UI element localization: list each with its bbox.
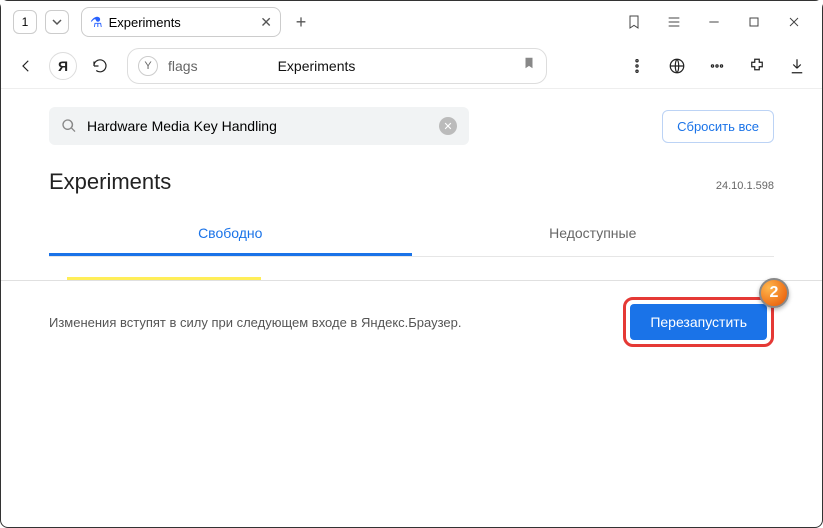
tabs-dropdown[interactable] [45, 10, 69, 34]
reset-all-button[interactable]: Сбросить все [662, 110, 774, 143]
window-titlebar: 1 ⚗ Experiments ✕ + [1, 1, 822, 43]
menu-icon[interactable] [654, 14, 694, 30]
restart-notice: Изменения вступят в силу при следующем в… [49, 315, 462, 330]
search-icon [61, 118, 77, 134]
tab-count-badge[interactable]: 1 [13, 10, 37, 34]
kebab-icon[interactable] [620, 49, 654, 83]
flask-icon: ⚗ [90, 14, 103, 31]
annotation-2: 2 [759, 278, 789, 308]
toolbar: Я Y flags Experiments [1, 43, 822, 89]
page-content: ✕ Сбросить все Experiments 24.10.1.598 С… [1, 89, 822, 363]
extensions-icon[interactable] [740, 49, 774, 83]
url-page-title: Experiments [278, 58, 356, 74]
browser-tab[interactable]: ⚗ Experiments ✕ [81, 7, 281, 37]
tab-title: Experiments [109, 15, 181, 30]
tab-unavailable[interactable]: Недоступные [412, 213, 775, 256]
flags-search-box[interactable]: ✕ [49, 107, 469, 145]
tab-available[interactable]: Свободно [49, 213, 412, 256]
site-icon: Y [138, 56, 158, 76]
close-window-icon[interactable] [774, 14, 814, 30]
highlight-2: Перезапустить 2 [623, 297, 774, 347]
restart-button[interactable]: Перезапустить [630, 304, 767, 340]
flag-tabs: Свободно Недоступные [49, 213, 774, 257]
bookmark-icon[interactable] [614, 14, 654, 30]
clear-search-icon[interactable]: ✕ [439, 117, 457, 135]
version-label: 24.10.1.598 [716, 180, 774, 192]
reload-button[interactable] [83, 49, 117, 83]
new-tab-button[interactable]: + [287, 8, 315, 36]
maximize-icon[interactable] [734, 14, 774, 30]
back-button[interactable] [9, 49, 43, 83]
address-bar[interactable]: Y flags Experiments [127, 48, 547, 84]
more-icon[interactable] [700, 49, 734, 83]
minimize-icon[interactable] [694, 14, 734, 30]
downloads-icon[interactable] [780, 49, 814, 83]
url-text: flags [168, 58, 198, 74]
bookmark-page-icon[interactable] [522, 56, 536, 75]
home-button[interactable]: Я [49, 52, 77, 80]
restart-footer: Изменения вступят в силу при следующем в… [1, 280, 822, 363]
flags-search-input[interactable] [87, 118, 439, 134]
globe-icon[interactable] [660, 49, 694, 83]
page-title: Experiments [49, 169, 171, 195]
close-tab-icon[interactable]: ✕ [260, 14, 272, 31]
